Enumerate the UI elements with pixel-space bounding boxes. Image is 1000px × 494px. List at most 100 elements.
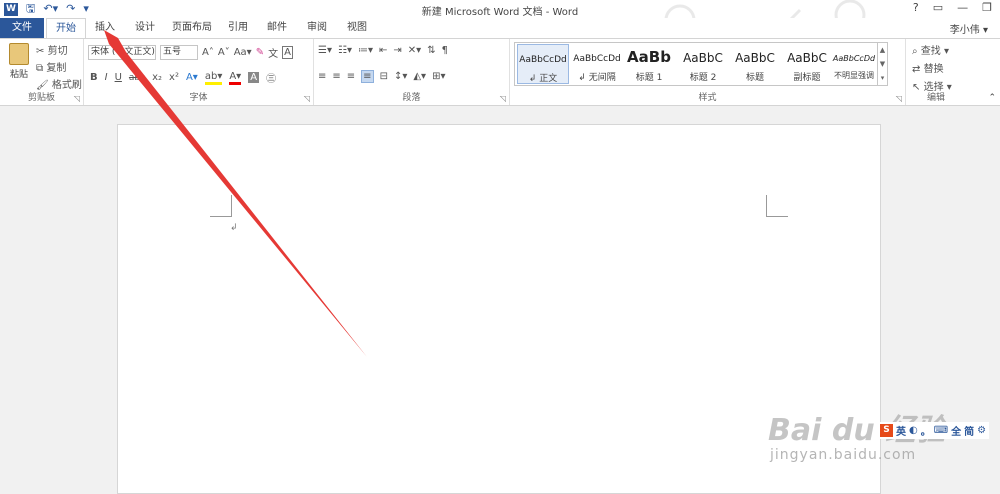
copy-button[interactable]: ⧉ 复制 [36,59,66,74]
ime-simplified-button[interactable]: 简 [964,423,974,438]
paste-button[interactable]: 粘贴 [6,43,32,80]
borders-icon[interactable]: ⊞▾ [432,71,445,82]
help-button[interactable]: ? [913,1,919,14]
cut-icon: ✂ [36,46,45,57]
bullets-icon[interactable]: ☰▾ [318,45,332,56]
editing-group-label: 编辑 [926,93,945,103]
style-sample: AaBbCcDd [519,55,567,65]
document-page[interactable]: ↲ [117,124,881,494]
tab-references[interactable]: 引用 [220,18,256,38]
paragraph-mark: ↲ [230,223,238,233]
numbering-icon[interactable]: ☷▾ [338,45,352,56]
format-painter-button[interactable]: 🖌 格式刷 [36,76,82,91]
dialog-launcher-icon[interactable]: ◹ [304,94,310,103]
dialog-launcher-icon[interactable]: ◹ [896,94,902,103]
char-border-icon[interactable]: A [282,46,293,59]
gallery-scroll[interactable]: ▲ ▼ ▾ [877,43,887,85]
ime-toolbar: S 英 ◐ 。 ⌨ 全 简 ⚙ [877,422,990,439]
style-subtitle[interactable]: AaBbC 副标题 [781,44,833,84]
clear-format-icon[interactable]: ✎ [256,47,264,58]
ime-keyboard-icon[interactable]: ⌨ [934,425,948,436]
style-no-spacing[interactable]: AaBbCcDd ↲ 无间隔 [571,44,623,84]
decrease-indent-icon[interactable]: ⇤ [379,45,387,56]
more-icon[interactable]: ▾ [878,71,887,85]
italic-button[interactable]: I [105,72,108,83]
grow-font-button[interactable]: A˄ [202,47,214,58]
text-effects-icon[interactable]: A▾ [186,72,198,83]
tab-page-layout[interactable]: 页面布局 [166,18,218,38]
shading-icon[interactable]: ◭▾ [413,71,426,82]
restore-button[interactable]: ❐ [982,1,992,14]
dialog-launcher-icon[interactable]: ◹ [500,94,506,103]
style-title[interactable]: AaBbC 标题 [729,44,781,84]
sort-icon[interactable]: ⇅ [427,45,435,56]
margin-mark-top-right [766,195,788,217]
paste-label: 粘贴 [9,70,28,80]
multilevel-list-icon[interactable]: ≔▾ [358,45,373,56]
ime-settings-icon[interactable]: ⚙ [977,425,986,436]
replace-label: 替换 [923,64,944,75]
cut-label: 剪切 [47,46,68,57]
baidu-watermark-url: jingyan.baidu.com [770,447,917,463]
user-name[interactable]: 李小伟 ▾ [950,21,988,36]
superscript-button[interactable]: x² [169,72,179,83]
font-group-label: 字体 [189,93,208,103]
tab-view[interactable]: 视图 [338,18,376,38]
ribbon-display-button[interactable]: ▭ [933,1,943,14]
align-right-icon[interactable]: ≡ [347,71,355,82]
collapse-ribbon-icon[interactable]: ⌃ [988,93,996,103]
style-heading-2[interactable]: AaBbC 标题 2 [677,44,729,84]
enclose-char-icon[interactable]: ㊂ [266,70,276,85]
ime-punct-button[interactable]: 。 [921,423,931,438]
tab-mailings[interactable]: 邮件 [258,18,296,38]
cut-button[interactable]: ✂ 剪切 [36,42,68,57]
clipboard-group: 粘贴 ✂ 剪切 ⧉ 复制 🖌 格式刷 剪贴板 ◹ [0,39,84,105]
scroll-up-icon[interactable]: ▲ [878,43,887,57]
sogou-ime-icon[interactable]: S [880,424,893,437]
tab-review[interactable]: 审阅 [298,18,336,38]
ime-moon-icon[interactable]: ◐ [909,425,918,436]
chinese-layout-icon[interactable]: ✕▾ [408,45,421,56]
phonetic-guide-icon[interactable]: 文 [268,45,278,60]
line-spacing-icon[interactable]: ↕▾ [394,71,407,82]
align-left-icon[interactable]: ≡ [318,71,326,82]
style-normal[interactable]: AaBbCcDd ↲ 正文 [517,44,569,84]
distributed-icon[interactable]: ⊟ [380,71,388,82]
ime-fullwidth-button[interactable]: 全 [951,423,961,438]
window-title: 新建 Microsoft Word 文档 - Word [421,7,579,18]
highlight-icon[interactable]: ab▾ [204,71,223,85]
copy-label: 复制 [46,63,67,74]
bold-button[interactable]: B [90,72,98,83]
style-name: 标题 [745,73,764,83]
font-size-combo[interactable]: 五号 [160,45,198,60]
tab-insert[interactable]: 插入 [86,18,124,38]
show-marks-icon[interactable]: ¶ [442,45,448,56]
minimize-button[interactable]: — [957,1,968,14]
font-group: 宋体 (中文正文) 五号 A˄ A˅ Aa▾ ✎ 文 A B I U abc x… [84,39,314,105]
char-shading-icon[interactable]: A [248,72,260,83]
dialog-launcher-icon[interactable]: ◹ [74,94,80,103]
style-sample: AaBbC [735,51,775,65]
align-center-icon[interactable]: ≡ [332,71,340,82]
find-button[interactable]: ⌕ 查找 ▾ [912,42,949,57]
style-sample: AaBbCcDd [573,54,621,64]
justify-icon[interactable]: ≡ [361,70,374,83]
scroll-down-icon[interactable]: ▼ [878,57,887,71]
margin-mark-top-left [210,195,232,217]
subscript-button[interactable]: x₂ [152,72,162,83]
strikethrough-button[interactable]: abc [129,73,145,83]
tab-home[interactable]: 开始 [46,18,86,39]
font-name-combo[interactable]: 宋体 (中文正文) [88,45,156,60]
font-color-icon[interactable]: A▾ [229,71,242,85]
replace-button[interactable]: ⇄ 替换 [912,60,944,75]
style-name: ↲ 无间隔 [578,73,616,83]
ime-lang-button[interactable]: 英 [896,423,906,438]
tab-file[interactable]: 文件 [0,18,44,38]
style-subtle-emphasis[interactable]: AaBbCcDd 不明显强调 [831,44,877,84]
underline-button[interactable]: U [115,72,122,83]
increase-indent-icon[interactable]: ⇥ [393,45,401,56]
tab-design[interactable]: 设计 [126,18,164,38]
shrink-font-button[interactable]: A˅ [218,47,230,58]
change-case-button[interactable]: Aa▾ [234,47,252,58]
style-heading-1[interactable]: AaBb 标题 1 [623,44,675,84]
